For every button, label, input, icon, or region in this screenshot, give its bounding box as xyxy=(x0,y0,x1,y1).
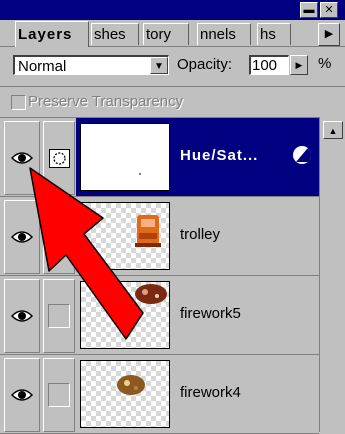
minimize-button[interactable]: ▬ xyxy=(300,2,318,18)
layer-name: firework5 xyxy=(180,305,241,322)
eye-icon xyxy=(11,389,33,401)
preserve-transparency-label: Preserve Transparency xyxy=(28,93,184,110)
layer-row-firework4[interactable]: firework4 xyxy=(0,355,319,434)
eye-icon xyxy=(11,152,33,164)
right-arrow-icon: ▶ xyxy=(295,60,303,70)
blend-mode-dropdown-button[interactable]: ▼ xyxy=(150,57,168,74)
layer-name: Hue/Sat... xyxy=(180,147,259,164)
layer-row-hue-sat[interactable]: Hue/Sat... xyxy=(0,118,319,197)
tab-channels[interactable]: nnels xyxy=(197,23,251,45)
layer-thumbnail xyxy=(80,281,170,349)
visibility-toggle[interactable] xyxy=(4,279,40,353)
layer-options-bar: Normal ▼ Opacity: 100 ▶ % xyxy=(0,47,345,85)
palette-tabs: Layers shes tory nnels hs ▶ xyxy=(0,20,345,47)
layer-thumbnail xyxy=(80,202,170,270)
empty-link-slot xyxy=(48,383,70,407)
layer-row-firework5[interactable]: firework5 xyxy=(0,276,319,355)
visibility-toggle[interactable] xyxy=(4,121,40,195)
tab-paths[interactable]: hs xyxy=(257,23,291,45)
opacity-slider-button[interactable]: ▶ xyxy=(290,55,308,75)
layer-link-cell[interactable] xyxy=(43,279,75,353)
visibility-toggle[interactable] xyxy=(4,200,40,274)
layers-scrollbar[interactable]: ▲ xyxy=(319,117,345,432)
layer-thumbnail xyxy=(80,123,170,191)
tab-history[interactable]: tory xyxy=(143,23,189,45)
close-button[interactable]: ✕ xyxy=(320,2,338,18)
preserve-transparency-row: Preserve Transparency xyxy=(0,86,345,117)
blend-mode-value: Normal xyxy=(18,58,67,75)
palette-titlebar[interactable]: ▬ ✕ xyxy=(0,0,345,20)
layers-list: Hue/Sat... trolley firework5 firework4 xyxy=(0,117,319,434)
close-icon: ✕ xyxy=(324,4,334,16)
up-arrow-icon: ▲ xyxy=(328,126,338,136)
layer-link-cell[interactable] xyxy=(43,200,75,274)
layer-name: trolley xyxy=(180,226,221,243)
preserve-transparency-checkbox[interactable] xyxy=(11,95,26,110)
chevron-down-icon: ▼ xyxy=(154,61,164,72)
tab-scroll-button[interactable]: ▶ xyxy=(318,23,340,46)
opacity-label: Opacity: xyxy=(177,56,233,73)
opacity-input[interactable]: 100 xyxy=(249,55,289,75)
tab-brushes[interactable]: shes xyxy=(91,23,139,45)
layer-thumbnail xyxy=(80,360,170,428)
scroll-up-button[interactable]: ▲ xyxy=(323,121,343,139)
layer-name: firework4 xyxy=(180,384,241,401)
layer-mask-icon xyxy=(49,149,70,168)
blend-mode-select[interactable]: Normal ▼ xyxy=(13,55,169,75)
adjustment-layer-icon xyxy=(293,146,311,164)
empty-link-slot xyxy=(48,225,70,249)
minimize-icon: ▬ xyxy=(303,4,315,16)
visibility-toggle[interactable] xyxy=(4,358,40,432)
eye-icon xyxy=(11,310,33,322)
opacity-unit: % xyxy=(318,55,332,72)
layer-link-cell[interactable] xyxy=(43,358,75,432)
tab-layers[interactable]: Layers xyxy=(15,21,89,47)
layer-row-trolley[interactable]: trolley xyxy=(0,197,319,276)
eye-icon xyxy=(11,231,33,243)
empty-link-slot xyxy=(48,304,70,328)
right-arrow-icon: ▶ xyxy=(324,28,334,40)
layer-mask-cell[interactable] xyxy=(43,121,75,195)
